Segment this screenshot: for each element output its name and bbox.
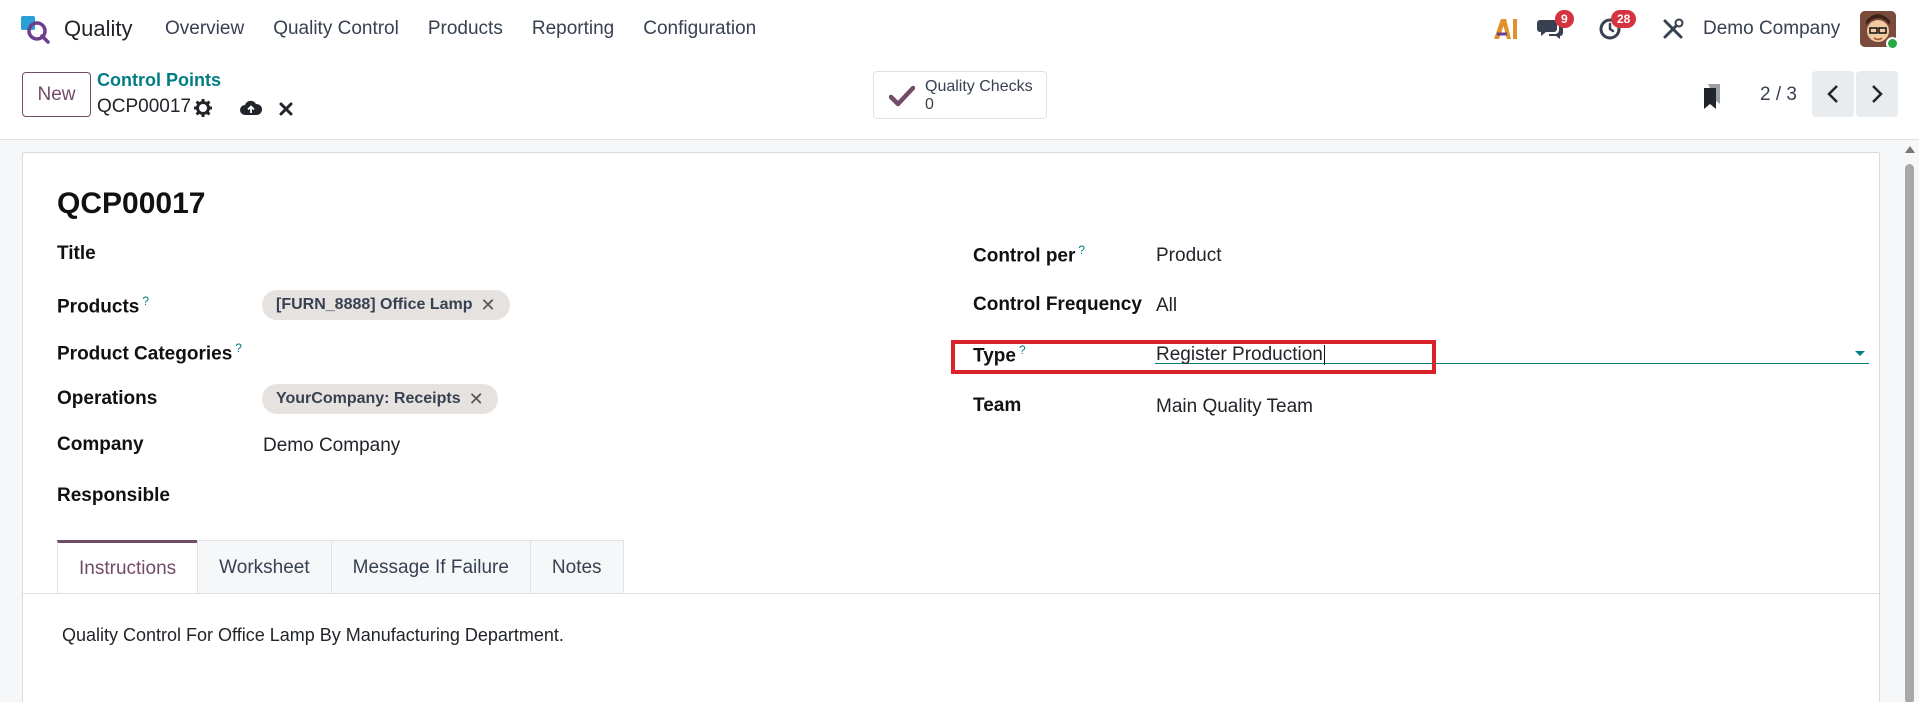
scroll-up-arrow-icon[interactable] bbox=[1905, 146, 1915, 153]
debug-tools-icon[interactable] bbox=[1658, 14, 1688, 44]
remove-tag-icon[interactable]: ✕ bbox=[481, 295, 496, 316]
ai-icon[interactable] bbox=[1491, 14, 1521, 44]
team-label: Team bbox=[973, 395, 1022, 416]
messages-icon[interactable]: 9 bbox=[1535, 10, 1574, 44]
bookmark-icon[interactable] bbox=[1701, 84, 1723, 110]
operations-tag[interactable]: YourCompany: Receipts ✕ bbox=[262, 384, 498, 414]
form-sheet: QCP00017 Title Products? [FURN_8888] Off… bbox=[22, 152, 1880, 702]
tab-message-if-failure[interactable]: Message If Failure bbox=[330, 540, 531, 594]
gear-icon[interactable] bbox=[193, 98, 213, 118]
chevron-left-icon bbox=[1827, 85, 1838, 103]
tab-divider bbox=[23, 593, 1879, 594]
products-tag-label: [FURN_8888] Office Lamp bbox=[276, 296, 473, 313]
vertical-scrollbar[interactable] bbox=[1903, 144, 1916, 702]
tab-instructions[interactable]: Instructions bbox=[57, 540, 199, 594]
responsible-label: Responsible bbox=[57, 485, 170, 506]
products-label: Products? bbox=[57, 294, 149, 318]
products-tag[interactable]: [FURN_8888] Office Lamp ✕ bbox=[262, 290, 510, 320]
highlight-box bbox=[951, 340, 1436, 374]
activities-icon[interactable]: 28 bbox=[1595, 10, 1637, 44]
company-label: Company bbox=[57, 434, 144, 455]
record-title: QCP00017 bbox=[57, 187, 206, 220]
activities-badge: 28 bbox=[1611, 10, 1637, 28]
menu-overview[interactable]: Overview bbox=[165, 18, 244, 40]
quality-app-icon[interactable] bbox=[20, 14, 50, 44]
dropdown-caret-icon[interactable] bbox=[1855, 351, 1865, 356]
smart-button-label: Quality Checks bbox=[925, 78, 1033, 95]
control-per-label-text: Control per bbox=[973, 245, 1076, 267]
operations-label: Operations bbox=[57, 388, 158, 409]
menu-quality-control[interactable]: Quality Control bbox=[273, 18, 399, 40]
save-cloud-icon[interactable] bbox=[239, 98, 263, 118]
control-panel: New Control Points QCP00017 Quality Chec… bbox=[0, 58, 1919, 140]
team-field[interactable]: Main Quality Team bbox=[1156, 396, 1313, 418]
notebook-tabs: Instructions Worksheet Message If Failur… bbox=[57, 540, 624, 594]
scrollbar-thumb[interactable] bbox=[1905, 164, 1914, 702]
control-frequency-field[interactable]: All bbox=[1156, 295, 1177, 317]
company-field[interactable]: Demo Company bbox=[263, 435, 400, 457]
operations-tag-label: YourCompany: Receipts bbox=[276, 390, 461, 407]
discard-close-icon[interactable] bbox=[276, 99, 296, 119]
online-status-dot bbox=[1886, 37, 1899, 50]
check-icon bbox=[889, 85, 915, 107]
new-button[interactable]: New bbox=[22, 72, 91, 117]
main-menu: Overview Quality Control Products Report… bbox=[165, 18, 785, 40]
product-categories-label: Product Categories? bbox=[57, 341, 242, 365]
pager-value[interactable]: 2 / 3 bbox=[1760, 84, 1797, 106]
breadcrumb-current-record: QCP00017 bbox=[97, 96, 192, 117]
user-avatar[interactable] bbox=[1860, 11, 1899, 50]
remove-tag-icon[interactable]: ✕ bbox=[469, 389, 484, 410]
company-switcher[interactable]: Demo Company bbox=[1703, 18, 1840, 40]
smart-button-count: 0 bbox=[925, 96, 934, 113]
control-frequency-label: Control Frequency bbox=[973, 294, 1142, 315]
tab-worksheet[interactable]: Worksheet bbox=[197, 540, 332, 594]
help-icon[interactable]: ? bbox=[142, 294, 149, 308]
product-categories-label-text: Product Categories bbox=[57, 343, 233, 365]
control-per-field[interactable]: Product bbox=[1156, 245, 1221, 267]
messages-badge: 9 bbox=[1555, 10, 1574, 28]
top-navbar: Quality Overview Quality Control Product… bbox=[0, 0, 1919, 58]
control-per-label: Control per? bbox=[973, 243, 1085, 267]
title-label: Title bbox=[57, 243, 96, 264]
menu-reporting[interactable]: Reporting bbox=[532, 18, 614, 40]
pager-next-button[interactable] bbox=[1856, 71, 1898, 117]
help-icon[interactable]: ? bbox=[1078, 243, 1085, 257]
instructions-content[interactable]: Quality Control For Office Lamp By Manuf… bbox=[62, 625, 564, 646]
pager-previous-button[interactable] bbox=[1812, 71, 1854, 117]
breadcrumb-control-points[interactable]: Control Points bbox=[97, 70, 221, 91]
chevron-right-icon bbox=[1872, 85, 1883, 103]
menu-configuration[interactable]: Configuration bbox=[643, 18, 756, 40]
menu-products[interactable]: Products bbox=[428, 18, 503, 40]
quality-checks-smart-button[interactable]: Quality Checks 0 bbox=[873, 71, 1047, 119]
tab-notes[interactable]: Notes bbox=[529, 540, 624, 594]
app-name[interactable]: Quality bbox=[64, 16, 132, 42]
products-label-text: Products bbox=[57, 296, 140, 318]
help-icon[interactable]: ? bbox=[235, 341, 242, 355]
